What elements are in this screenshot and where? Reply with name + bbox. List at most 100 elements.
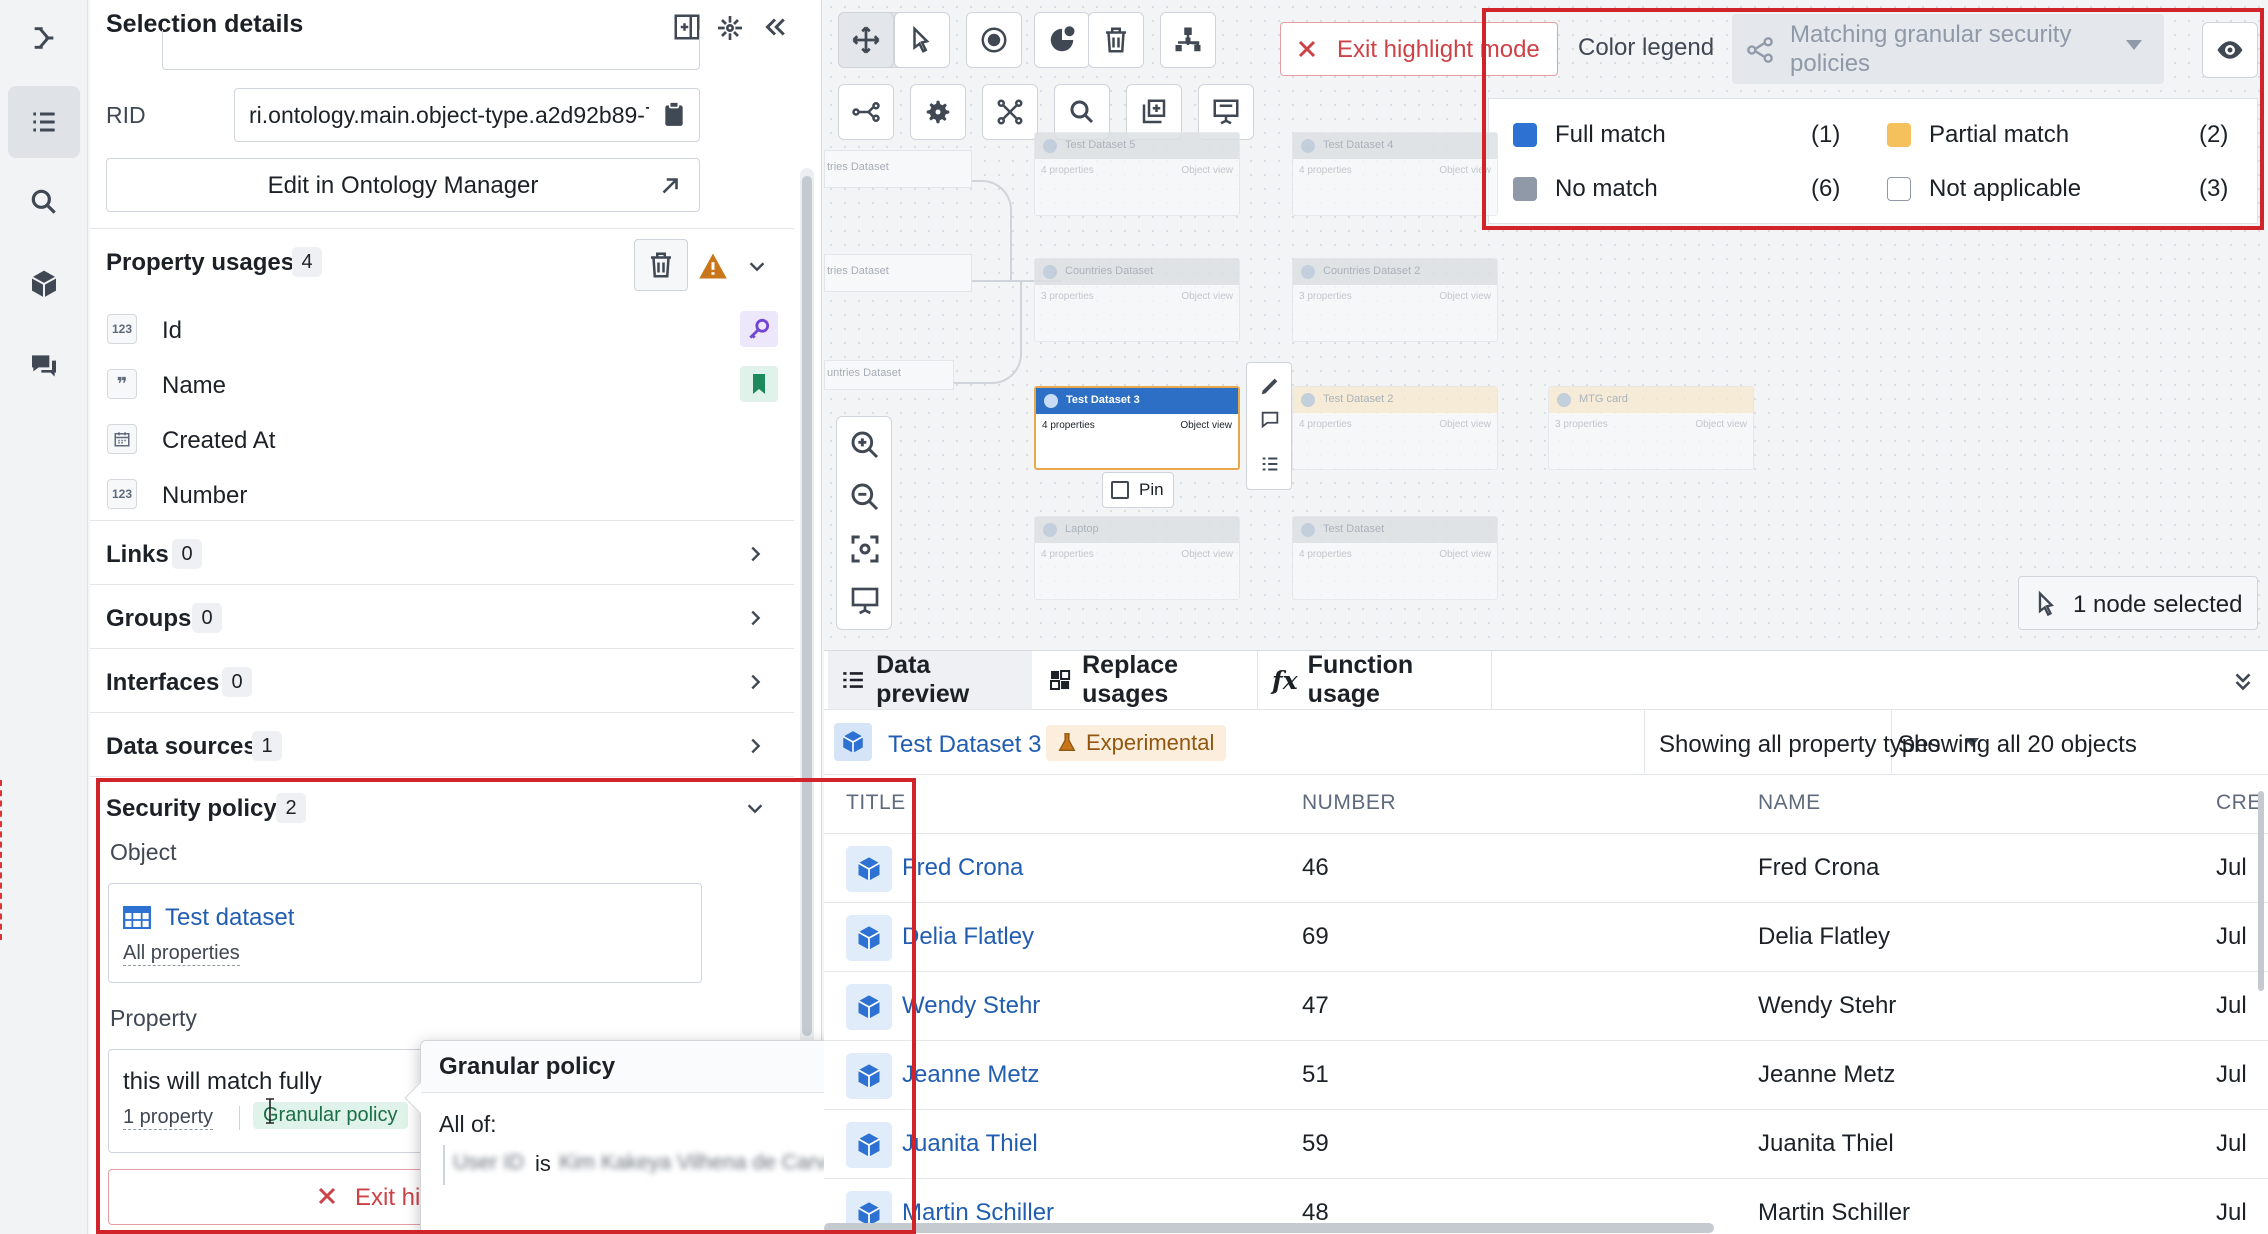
graph-node[interactable]: Test Dataset 4 properties Object view (1292, 516, 1498, 600)
external-link-icon (657, 173, 683, 199)
chevron-right-icon[interactable] (744, 735, 766, 757)
graph-node[interactable]: Test Dataset 5 4 properties Object view (1034, 132, 1240, 216)
cube-icon (846, 915, 892, 961)
cell-title[interactable]: Jeanne Metz (902, 1061, 1039, 1089)
settings-icon[interactable] (910, 84, 966, 140)
primary-key-icon (740, 311, 778, 347)
table-row[interactable]: Fred Crona 46 Fred Crona Jul (824, 833, 2268, 902)
tab-data-preview[interactable]: Data preview (828, 651, 1032, 709)
zoom-out-icon[interactable] (849, 481, 881, 513)
property-usages-section: Property usages 4 123 Id ❞ Name Created … (90, 228, 794, 520)
cube-icon[interactable] (8, 248, 80, 320)
pencil-icon[interactable] (1259, 375, 1281, 397)
graph-icon[interactable] (8, 2, 80, 74)
edit-ontology-button[interactable]: Edit in Ontology Manager (106, 158, 700, 212)
table-row[interactable]: Juanita Thiel 59 Juanita Thiel Jul (824, 1109, 2268, 1178)
property-usages-count: 4 (292, 247, 322, 277)
list-icon[interactable] (8, 86, 80, 158)
property-item: Created At (162, 427, 276, 454)
cell-title[interactable]: Juanita Thiel (902, 1130, 1038, 1158)
chevron-right-icon[interactable] (744, 607, 766, 629)
graph-node[interactable]: Test Dataset 2 4 properties Object view (1292, 386, 1498, 470)
collapse-icon[interactable] (760, 12, 790, 42)
graph-node[interactable]: Countries Dataset 3 properties Object view (1034, 258, 1240, 342)
object-sub[interactable]: All properties (123, 942, 240, 966)
eye-toggle-button[interactable] (2202, 22, 2258, 78)
graph-node[interactable]: Laptop 4 properties Object view (1034, 516, 1240, 600)
node-title: Test Dataset (1293, 517, 1497, 543)
data-sources-section[interactable]: Data sources 1 (90, 712, 794, 776)
dataset-link[interactable]: Test Dataset 3 (888, 731, 1041, 759)
object-name[interactable]: Test dataset (165, 904, 294, 932)
pan-tool-icon[interactable] (838, 12, 894, 68)
node-props: 4 properties (1299, 419, 1352, 430)
graph-node-truncated[interactable]: untries Dataset (824, 360, 954, 390)
table-row[interactable]: Delia Flatley 69 Delia Flatley Jul (824, 902, 2268, 971)
graph-node[interactable]: Countries Dataset 2 3 properties Object vi… (1292, 258, 1498, 342)
graph-node[interactable]: Test Dataset 4 4 properties Object view (1292, 132, 1498, 216)
target-icon[interactable] (966, 12, 1022, 68)
exit-highlight-mode-button[interactable]: Exit highlight mode (1280, 22, 1558, 76)
column-header-number[interactable]: NUMBER (1302, 791, 1396, 815)
groups-section[interactable]: Groups 0 (90, 584, 794, 648)
expand-icon[interactable] (838, 84, 894, 140)
list-icon[interactable] (1259, 453, 1281, 475)
trash-icon[interactable] (1088, 12, 1144, 68)
chevron-right-icon[interactable] (744, 671, 766, 693)
granular-policy-tag[interactable]: Granular policy (253, 1102, 408, 1129)
property-filter-select[interactable]: Showing all property types (1644, 709, 1979, 775)
connect-icon[interactable] (982, 84, 1038, 140)
fit-view-icon[interactable] (849, 533, 881, 565)
selection-count-button[interactable]: 1 node selected (2018, 576, 2258, 630)
rid-field[interactable]: ri.ontology.main.object-type.a2d92b89-79… (234, 88, 700, 142)
column-header-title[interactable]: TITLE (846, 791, 906, 815)
graph-layout-icon[interactable] (714, 12, 746, 42)
zoom-in-icon[interactable] (849, 429, 881, 461)
select-tool-icon[interactable] (894, 12, 950, 68)
delete-button[interactable] (634, 239, 688, 291)
panel-scroll-thumb[interactable] (802, 176, 812, 1036)
pin-button[interactable]: Pin (1102, 472, 1174, 508)
flask-icon (1058, 733, 1076, 752)
graph-node-truncated[interactable]: tries Dataset (824, 150, 972, 188)
table-v-scrollbar[interactable] (2258, 791, 2264, 991)
present-icon[interactable] (849, 585, 881, 617)
layout-icon[interactable] (1160, 12, 1216, 68)
string-type-icon: ❞ (107, 369, 137, 399)
edit-ontology-label: Edit in Ontology Manager (267, 172, 539, 199)
remove-nodes-icon[interactable] (1034, 12, 1090, 68)
column-header-created[interactable]: CRE (2216, 791, 2262, 815)
security-policy-count: 2 (276, 793, 306, 823)
legend-mode-select[interactable]: Matching granular security policies (1732, 14, 2164, 84)
table-h-scrollbar[interactable] (824, 1223, 1714, 1233)
cell-title[interactable]: Fred Crona (902, 854, 1023, 882)
clipboard-icon[interactable] (661, 101, 687, 131)
tab-label: Data preview (876, 651, 970, 708)
search-icon[interactable] (8, 166, 80, 238)
graph-node-truncated[interactable]: tries Dataset (824, 254, 972, 292)
cell-created: Jul (2216, 1130, 2247, 1157)
graph-canvas[interactable]: Exit highlight mode Color legend Matchin… (824, 0, 2268, 650)
table-row[interactable]: Jeanne Metz 51 Jeanne Metz Jul (824, 1040, 2268, 1109)
graph-node[interactable]: MTG card 3 properties Object view (1548, 386, 1754, 470)
cell-title[interactable]: Delia Flatley (902, 923, 1034, 951)
chevron-down-icon[interactable] (746, 255, 768, 277)
table-row[interactable]: Wendy Stehr 47 Wendy Stehr Jul (824, 971, 2268, 1040)
column-header-name[interactable]: NAME (1758, 791, 1821, 815)
chevron-down-icon[interactable] (744, 797, 766, 819)
condition-operator: is (535, 1151, 551, 1176)
property-policy-sub[interactable]: 1 property (123, 1106, 214, 1130)
tab-function-usage[interactable]: fx Function usage (1260, 651, 1492, 709)
tab-replace-usages[interactable]: Replace usages (1036, 651, 1258, 709)
interfaces-section[interactable]: Interfaces 0 (90, 648, 794, 712)
cell-name: Wendy Stehr (1758, 992, 1897, 1019)
comment-icon[interactable] (1259, 409, 1281, 431)
chevron-right-icon[interactable] (744, 543, 766, 565)
links-section[interactable]: Links 0 (90, 520, 794, 584)
cell-title[interactable]: Wendy Stehr (902, 992, 1040, 1020)
object-policy-card[interactable]: Test dataset All properties (108, 883, 702, 983)
collapse-pane-icon[interactable] (2230, 669, 2256, 695)
chat-icon[interactable] (8, 330, 80, 402)
graph-node-selected[interactable]: Test Dataset 3 4 properties Object view (1034, 386, 1240, 470)
eye-icon (2217, 41, 2243, 59)
